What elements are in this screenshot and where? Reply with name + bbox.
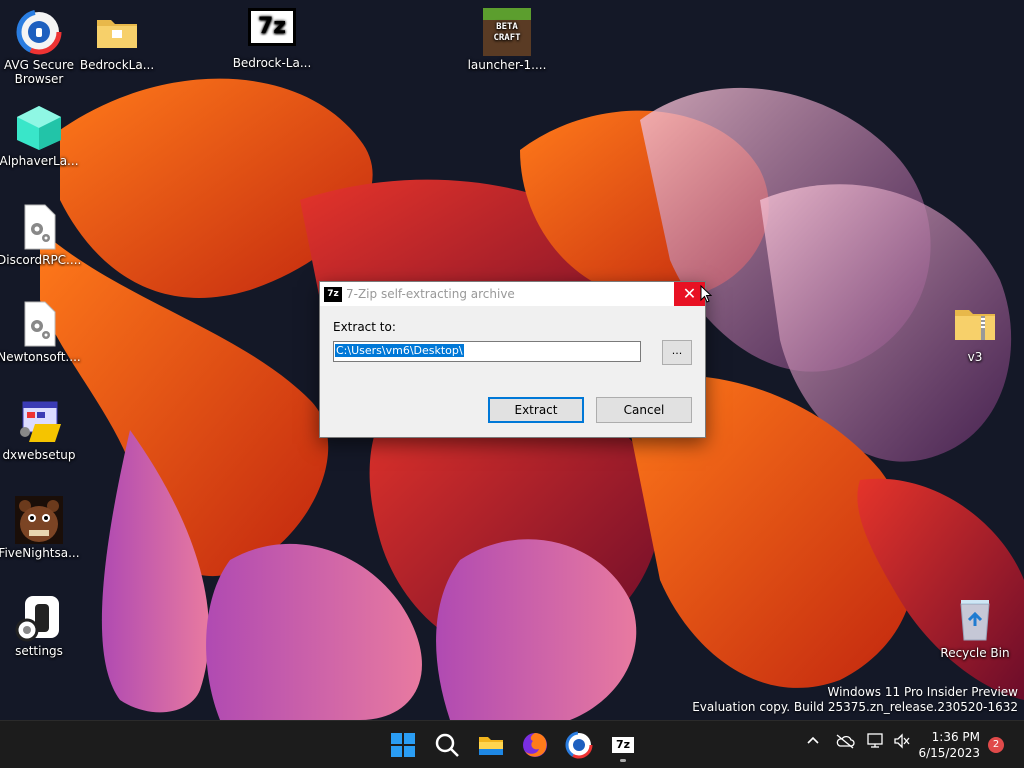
desktop-icon-label: dxwebsetup [2,448,76,462]
sevenzip-icon: 7z [612,737,634,753]
recycle-bin-icon [951,596,999,644]
desktop-icon-v3-zip[interactable]: v3 [933,300,1017,364]
desktop-icon-label: launcher-1.... [467,58,547,72]
desktop-icon-label: Recycle Bin [940,646,1010,660]
desktop-icon-label: Bedrock-La... [232,56,312,70]
settings-app-icon [15,594,63,642]
close-icon: ✕ [682,284,697,303]
dialog-titlebar[interactable]: 7z 7-Zip self-extracting archive ✕ [320,282,705,306]
folder-icon [479,737,503,755]
sevenzip-taskbar-button[interactable]: 7z [607,729,639,762]
desktop-icon-label: Newtonsoft.... [0,350,81,364]
desktop-icon-newtonsoft[interactable]: Newtonsoft.... [0,300,81,364]
avg-browser-button[interactable] [563,729,595,761]
firefox-button[interactable] [519,729,551,761]
desktop-icon-label: AVG Secure Browser [3,58,75,86]
extract-to-label: Extract to: [333,320,396,334]
desktop-icon-label: BedrockLa... [79,58,155,72]
desktop-icon-alphaverla[interactable]: AlphaverLa... [0,104,81,168]
betacraft-icon: BETA CRAFT [483,8,531,56]
dialog-title: 7-Zip self-extracting archive [346,287,515,301]
sevenzip-icon: 7z [324,287,342,302]
speaker-muted-icon [894,733,910,749]
desktop-icon-dxwebsetup[interactable]: dxwebsetup [0,398,81,462]
desktop-icon-fivenights[interactable]: FiveNightsa... [0,496,81,560]
desktop-icon-label: settings [15,644,63,658]
folder-icon [93,8,141,56]
browse-button[interactable]: ... [662,340,692,365]
desktop-icon-recycle-bin[interactable]: Recycle Bin [933,596,1017,660]
extract-path-value: C:\Users\vm6\Desktop\ [335,344,464,357]
desktop-icon-launcher[interactable]: BETA CRAFT launcher-1.... [465,8,549,72]
taskbar-clock[interactable]: 1:36 PM 6/15/2023 [918,729,980,761]
show-hidden-icons-button[interactable] [805,733,821,753]
desktop-icon-label: v3 [967,350,983,364]
start-button[interactable] [387,729,419,761]
clock-time: 1:36 PM [931,730,980,744]
cloud-offline-icon [836,734,855,749]
cube-icon [15,104,63,152]
extract-button[interactable]: Extract [488,397,584,423]
network-button[interactable] [867,733,885,753]
clock-date: 6/15/2023 [918,746,980,760]
desktop-icon-label: DiscordRPC.... [0,253,82,267]
mouse-cursor-icon [700,285,712,303]
desktop-icon-settings[interactable]: settings [0,594,81,658]
onedrive-button[interactable] [835,733,855,753]
taskbar: 7z 1:36 PM 6/15/2023 2 [0,720,1024,768]
sevenzip-sfx-dialog: 7z 7-Zip self-extracting archive ✕ Extra… [319,281,706,438]
installer-icon [15,398,63,446]
desktop-icon-bedrockla-folder[interactable]: BedrockLa... [75,8,159,72]
avg-browser-icon [565,731,593,759]
notification-badge[interactable]: 2 [988,737,1004,753]
search-icon [435,733,459,757]
windows-watermark: Windows 11 Pro Insider Preview Evaluatio… [692,685,1018,715]
zip-folder-icon [951,300,999,348]
settings-file-icon [15,203,63,251]
chevron-up-icon [807,736,819,744]
cancel-button[interactable]: Cancel [596,397,692,423]
watermark-edition: Windows 11 Pro Insider Preview [827,685,1018,699]
desktop-icon-label: FiveNightsa... [0,546,80,560]
extract-path-input[interactable]: C:\Users\vm6\Desktop\ [333,341,641,362]
desktop-icon-discordrpc[interactable]: DiscordRPC.... [0,203,81,267]
file-explorer-button[interactable] [475,729,507,761]
desktop-icon-avg-browser[interactable]: AVG Secure Browser [0,8,81,86]
volume-button[interactable] [893,733,911,753]
avg-browser-icon [15,8,63,56]
desktop-icon-label: AlphaverLa... [0,154,79,168]
settings-file-icon [15,300,63,348]
firefox-icon [523,733,547,757]
freddy-icon [15,496,63,544]
windows-logo-icon [391,733,415,757]
desktop-icon-bedrock-la-7z[interactable]: 7z Bedrock-La... [230,8,314,70]
network-icon [867,733,883,748]
running-indicator [620,759,626,762]
watermark-build: Evaluation copy. Build 25375.zn_release.… [692,700,1018,714]
sevenzip-icon: 7z [248,8,296,46]
search-button[interactable] [431,729,463,761]
